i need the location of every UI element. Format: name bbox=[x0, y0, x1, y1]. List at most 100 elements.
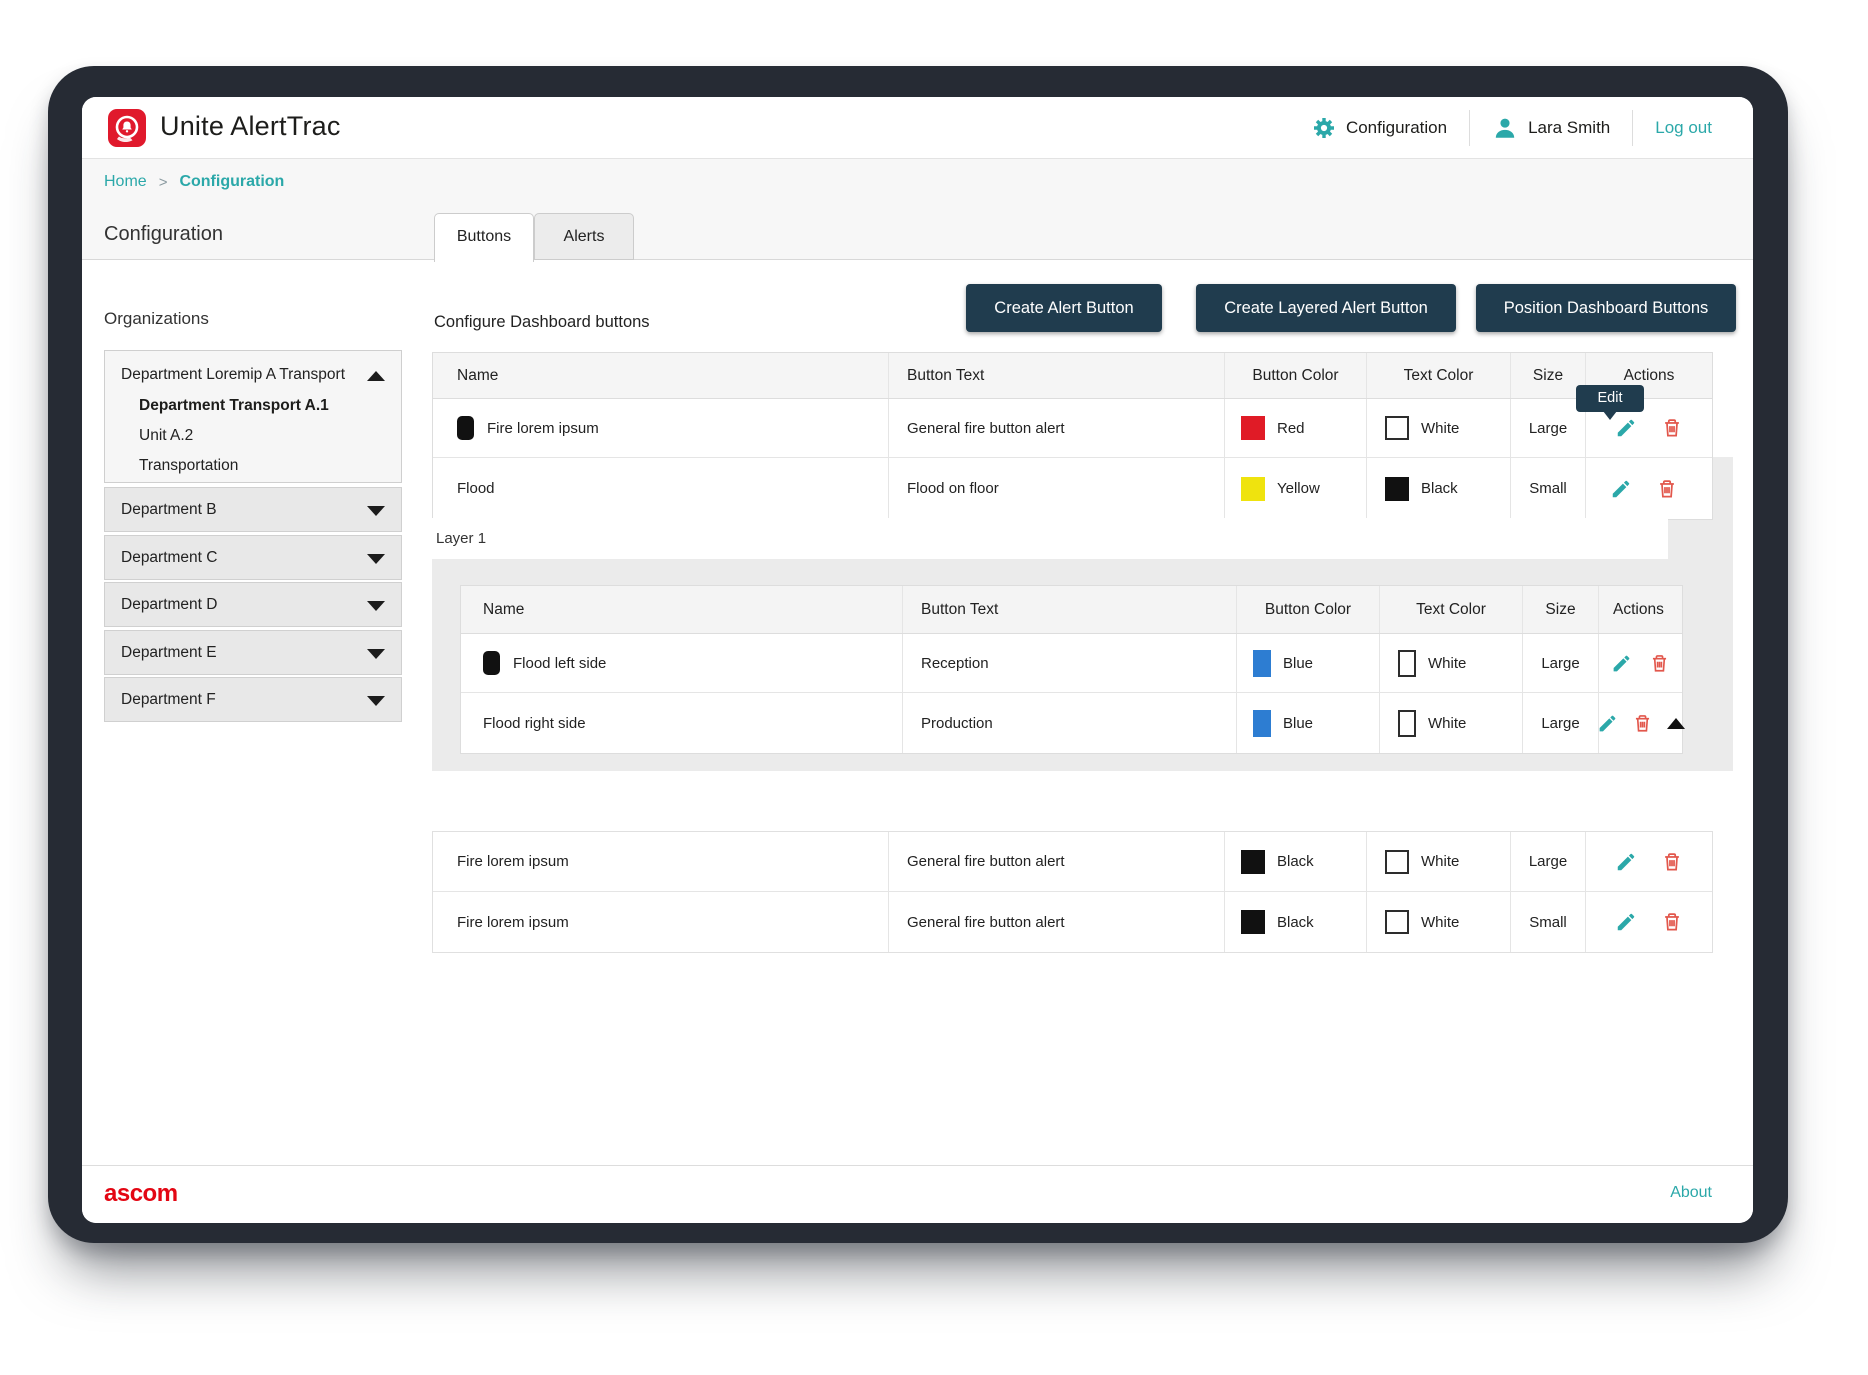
color-swatch bbox=[1385, 850, 1409, 874]
logout-link[interactable]: Log out bbox=[1655, 118, 1712, 138]
nav-configuration-label: Configuration bbox=[1346, 118, 1447, 138]
color-swatch bbox=[1398, 650, 1416, 677]
collapse-row-icon[interactable] bbox=[1667, 718, 1685, 729]
org-item-selected[interactable]: Department Transport A.1 bbox=[139, 397, 329, 415]
delete-icon[interactable] bbox=[1660, 850, 1684, 874]
col-header-name: Name bbox=[461, 586, 903, 633]
row-name-text: Flood left side bbox=[513, 655, 606, 672]
tab-buttons[interactable]: Buttons bbox=[434, 213, 534, 262]
table-row: Fire lorem ipsum General fire button ale… bbox=[433, 399, 1712, 458]
org-group-label: Department C bbox=[121, 549, 217, 566]
table-row: Flood right side Production Blue White L… bbox=[461, 693, 1682, 753]
edit-icon[interactable] bbox=[1609, 477, 1633, 501]
org-group-department-e[interactable]: Department E bbox=[104, 630, 402, 675]
about-link[interactable]: About bbox=[1670, 1184, 1712, 1202]
nav-configuration[interactable]: Configuration bbox=[1312, 116, 1447, 140]
cell-name: Fire lorem ipsum bbox=[433, 832, 889, 891]
org-item[interactable]: Unit A.2 bbox=[139, 427, 193, 445]
org-group-department-b[interactable]: Department B bbox=[104, 487, 402, 532]
layer-band: Layer 1 bbox=[432, 518, 1668, 559]
cell-size: Large bbox=[1523, 634, 1599, 692]
create-alert-button[interactable]: Create Alert Button bbox=[966, 284, 1162, 332]
color-label: Black bbox=[1277, 914, 1314, 931]
cell-name: Fire lorem ipsum bbox=[433, 399, 889, 457]
cell-text-color: White bbox=[1380, 693, 1523, 753]
org-item[interactable]: Transportation bbox=[139, 457, 238, 475]
cell-button-text: General fire button alert bbox=[889, 892, 1225, 952]
color-swatch bbox=[1253, 710, 1271, 737]
org-group-department-d[interactable]: Department D bbox=[104, 582, 402, 627]
col-header-actions: Actions bbox=[1599, 586, 1682, 633]
table-row: Flood left side Reception Blue White Lar… bbox=[461, 634, 1682, 693]
cell-text-color: White bbox=[1380, 634, 1523, 692]
breadcrumb: Home > Configuration bbox=[104, 173, 284, 191]
org-group-label[interactable]: Department Loremip A Transport bbox=[121, 366, 345, 384]
org-group-label: Department D bbox=[121, 596, 217, 613]
edit-icon[interactable] bbox=[1610, 651, 1634, 675]
organizations-heading: Organizations bbox=[104, 309, 209, 329]
breadcrumb-home-link[interactable]: Home bbox=[104, 173, 147, 191]
tab-alerts[interactable]: Alerts bbox=[534, 213, 634, 260]
delete-icon[interactable] bbox=[1632, 711, 1653, 735]
delete-icon[interactable] bbox=[1655, 477, 1679, 501]
expand-arrow-icon[interactable] bbox=[367, 554, 385, 564]
ascom-logo: ascom bbox=[104, 1180, 178, 1208]
cell-actions bbox=[1599, 693, 1682, 753]
footer: ascom About bbox=[82, 1165, 1753, 1223]
col-header-button-color: Button Color bbox=[1225, 353, 1367, 398]
color-swatch bbox=[1241, 910, 1265, 934]
cell-size: Large bbox=[1511, 399, 1586, 457]
edit-tooltip: Edit bbox=[1576, 385, 1644, 412]
color-swatch bbox=[1241, 416, 1265, 440]
cell-text-color: White bbox=[1367, 399, 1511, 457]
cell-actions bbox=[1586, 832, 1712, 891]
org-group-department-f[interactable]: Department F bbox=[104, 677, 402, 722]
position-dashboard-buttons-button[interactable]: Position Dashboard Buttons bbox=[1476, 284, 1736, 332]
edit-icon[interactable] bbox=[1597, 711, 1618, 735]
edit-icon[interactable] bbox=[1614, 416, 1638, 440]
page-title: Configuration bbox=[104, 223, 223, 246]
divider bbox=[1632, 110, 1633, 146]
cell-button-text: Production bbox=[903, 693, 1237, 753]
color-swatch bbox=[1385, 910, 1409, 934]
delete-icon[interactable] bbox=[1648, 651, 1672, 675]
edit-icon[interactable] bbox=[1614, 850, 1638, 874]
cell-button-color: Blue bbox=[1237, 693, 1380, 753]
color-swatch bbox=[1385, 416, 1409, 440]
org-group-label: Department B bbox=[121, 501, 217, 518]
table-header-row: Name Button Text Button Color Text Color… bbox=[461, 586, 1682, 634]
org-group-department-c[interactable]: Department C bbox=[104, 535, 402, 580]
cell-actions bbox=[1586, 892, 1712, 952]
cell-name: Flood left side bbox=[461, 634, 903, 692]
cell-name: Fire lorem ipsum bbox=[433, 892, 889, 952]
color-swatch bbox=[1241, 477, 1265, 501]
org-group-expanded: Department Loremip A Transport Departmen… bbox=[104, 350, 402, 483]
expand-arrow-icon[interactable] bbox=[367, 696, 385, 706]
expand-arrow-icon[interactable] bbox=[367, 649, 385, 659]
expand-arrow-icon[interactable] bbox=[367, 601, 385, 611]
col-header-text-color: Text Color bbox=[1367, 353, 1511, 398]
delete-icon[interactable] bbox=[1660, 910, 1684, 934]
create-layered-alert-button[interactable]: Create Layered Alert Button bbox=[1196, 284, 1456, 332]
app-logo-icon bbox=[108, 109, 146, 147]
gear-icon bbox=[1312, 116, 1336, 140]
cell-name: Flood right side bbox=[461, 693, 903, 753]
cell-text-color: White bbox=[1367, 892, 1511, 952]
breadcrumb-current: Configuration bbox=[179, 173, 284, 191]
cell-button-color: Yellow bbox=[1225, 458, 1367, 519]
cell-button-color: Black bbox=[1225, 892, 1367, 952]
cell-button-color: Blue bbox=[1237, 634, 1380, 692]
collapse-arrow-icon[interactable] bbox=[367, 371, 385, 381]
edit-icon[interactable] bbox=[1614, 910, 1638, 934]
user-menu[interactable]: Lara Smith bbox=[1492, 115, 1610, 141]
color-label: White bbox=[1421, 853, 1459, 870]
cell-button-text: General fire button alert bbox=[889, 399, 1225, 457]
expand-arrow-icon[interactable] bbox=[367, 506, 385, 516]
color-swatch bbox=[1385, 477, 1409, 501]
top-right-nav: Configuration Lara Smith Log out bbox=[1312, 97, 1712, 159]
col-header-name: Name bbox=[433, 353, 889, 398]
color-label: White bbox=[1428, 715, 1466, 732]
color-label: Yellow bbox=[1277, 480, 1320, 497]
color-label: Red bbox=[1277, 420, 1305, 437]
delete-icon[interactable] bbox=[1660, 416, 1684, 440]
